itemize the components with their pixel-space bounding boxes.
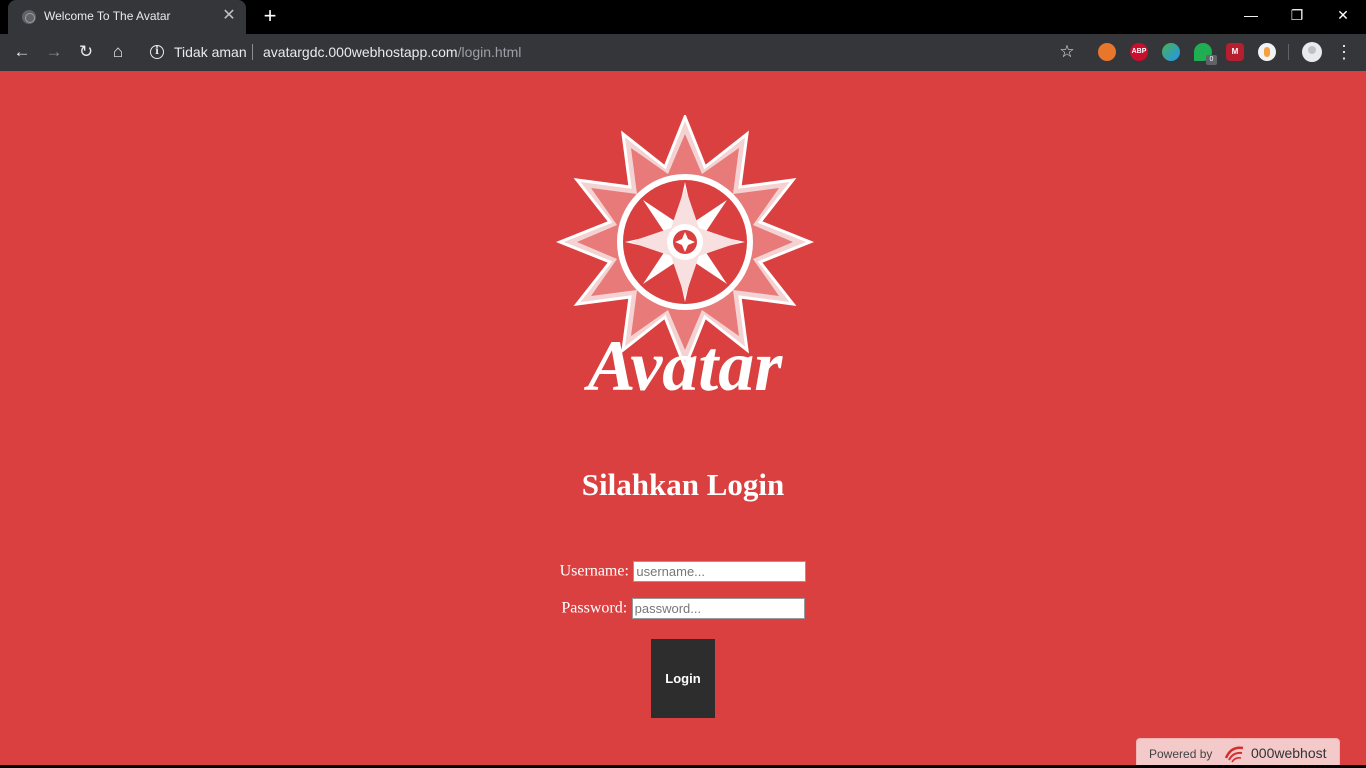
url-host: avatargdc.000webhostapp.com: [263, 44, 458, 60]
login-button[interactable]: Login: [651, 639, 715, 718]
page-title: Silahkan Login: [581, 467, 785, 502]
password-row: Password:: [0, 598, 1366, 619]
reload-icon[interactable]: ↻: [74, 40, 98, 64]
profile-avatar-icon[interactable]: [1302, 42, 1322, 62]
back-arrow-icon[interactable]: ←: [10, 40, 34, 64]
new-tab-icon[interactable]: +: [258, 4, 282, 28]
url-path: /login.html: [457, 44, 522, 60]
powered-by-badge[interactable]: Powered by 000webhost: [1136, 738, 1340, 768]
browser-menu-icon[interactable]: ⋮: [1334, 41, 1354, 63]
username-input[interactable]: [633, 561, 807, 582]
minimize-window-button[interactable]: —: [1228, 0, 1274, 30]
globe-icon: [22, 10, 36, 24]
url-text[interactable]: avatargdc.000webhostapp.com/login.html: [263, 44, 521, 60]
extension-fox-icon[interactable]: [1098, 43, 1116, 61]
close-window-button[interactable]: ✕: [1320, 0, 1366, 30]
info-icon[interactable]: i: [150, 45, 164, 59]
toolbar-divider: [1288, 44, 1289, 60]
close-tab-icon[interactable]: ✕: [220, 7, 238, 25]
extension-globe-icon[interactable]: [1162, 43, 1180, 61]
avatar-logo: Avatar: [555, 115, 815, 400]
browser-titlebar: Welcome To The Avatar ✕ + — ❐ ✕: [0, 0, 1366, 34]
extension-badge-count: 0: [1206, 55, 1217, 65]
logo-wordmark: Avatar: [584, 326, 784, 400]
tab-title: Welcome To The Avatar: [44, 9, 171, 23]
username-label: Username:: [559, 562, 629, 580]
powered-by-label: Powered by: [1149, 747, 1213, 761]
security-status[interactable]: Tidak aman: [174, 44, 247, 60]
password-label: Password:: [561, 599, 628, 617]
forward-arrow-icon[interactable]: →: [42, 40, 66, 64]
username-row: Username:: [0, 561, 1366, 582]
address-divider: [252, 44, 253, 60]
browser-tab-active[interactable]: Welcome To The Avatar ✕: [8, 0, 246, 34]
bookmark-star-icon[interactable]: ☆: [1056, 41, 1078, 63]
powered-by-brand: 000webhost: [1251, 745, 1327, 761]
restore-window-button[interactable]: ❐: [1274, 0, 1320, 30]
extension-mega-icon[interactable]: M: [1226, 43, 1244, 61]
000webhost-logo-icon: [1224, 746, 1244, 763]
password-input[interactable]: [631, 598, 805, 619]
address-bar[interactable]: i Tidak aman avatargdc.000webhostapp.com…: [140, 37, 1088, 67]
adblock-plus-icon[interactable]: ABP: [1130, 43, 1148, 61]
login-page: Avatar Silahkan Login Username: Password…: [0, 71, 1366, 768]
home-icon[interactable]: ⌂: [106, 40, 130, 64]
extension-pill-icon[interactable]: [1258, 43, 1276, 61]
